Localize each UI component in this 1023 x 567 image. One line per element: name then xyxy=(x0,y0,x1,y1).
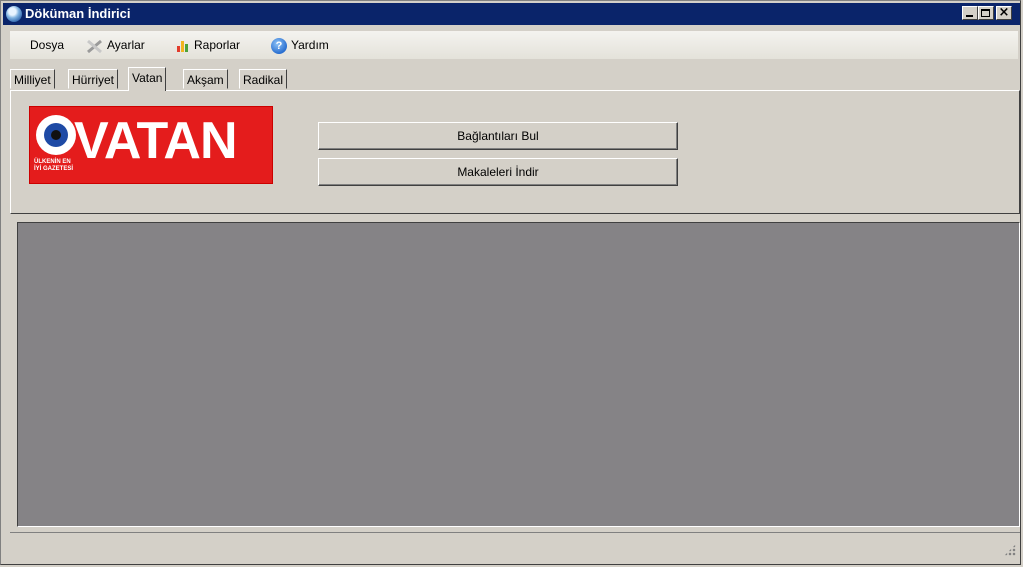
tab-hurriyet-label: Hürriyet xyxy=(72,73,115,87)
tab-milliyet[interactable]: Milliyet xyxy=(10,69,55,89)
logo-tagline: ÜLKENİN EN İYİ GAZETESİ xyxy=(34,159,74,172)
tab-milliyet-label: Milliyet xyxy=(14,73,51,87)
maximize-icon xyxy=(981,9,990,17)
tab-vatan-label: Vatan xyxy=(132,71,163,85)
logo-eye-icon xyxy=(36,115,76,155)
tools-icon xyxy=(85,38,103,54)
help-icon: ? xyxy=(271,37,287,54)
close-button[interactable]: × xyxy=(996,5,1012,20)
status-bar xyxy=(10,532,1020,560)
tab-aksam[interactable]: Akşam xyxy=(183,69,228,89)
tab-strip: Milliyet Hürriyet Vatan Akşam Radikal xyxy=(10,67,1018,91)
vatan-tab-panel: VATAN ÜLKENİN EN İYİ GAZETESİ Bağlantıla… xyxy=(10,90,1020,214)
app-window: Döküman İndirici × Dosya Ayarlar Raporla… xyxy=(0,0,1021,565)
menu-bar: Dosya Ayarlar Raporlar ? Yardım xyxy=(10,31,1018,59)
content-area[interactable] xyxy=(17,222,1020,527)
title-bar[interactable]: Döküman İndirici × xyxy=(3,3,1020,25)
window-title: Döküman İndirici xyxy=(25,6,131,21)
tab-vatan[interactable]: Vatan xyxy=(128,67,167,91)
logo-word: VATAN xyxy=(74,112,238,170)
tab-radikal-label: Radikal xyxy=(243,73,284,87)
resize-grip-icon[interactable] xyxy=(1004,544,1016,556)
menu-raporlar[interactable]: Raporlar xyxy=(176,36,240,54)
menu-yardim-label: Yardım xyxy=(291,38,329,52)
menu-ayarlar[interactable]: Ayarlar xyxy=(85,36,145,54)
menu-ayarlar-label: Ayarlar xyxy=(107,38,145,52)
app-icon xyxy=(6,6,22,22)
menu-yardim[interactable]: ? Yardım xyxy=(271,36,329,54)
minimize-button[interactable] xyxy=(962,6,978,20)
download-articles-button[interactable]: Makaleleri İndir xyxy=(318,158,678,186)
find-links-button[interactable]: Bağlantıları Bul xyxy=(318,122,678,150)
maximize-button[interactable] xyxy=(978,6,994,20)
vatan-logo: VATAN ÜLKENİN EN İYİ GAZETESİ xyxy=(29,106,273,184)
menu-dosya-label: Dosya xyxy=(30,38,65,52)
close-icon: × xyxy=(998,5,1010,20)
tab-hurriyet[interactable]: Hürriyet xyxy=(68,69,119,89)
minimize-icon xyxy=(966,15,973,17)
menu-dosya[interactable]: Dosya xyxy=(30,36,64,54)
tab-radikal[interactable]: Radikal xyxy=(239,69,288,89)
chart-icon xyxy=(176,39,190,53)
menu-raporlar-label: Raporlar xyxy=(194,38,241,52)
tab-aksam-label: Akşam xyxy=(187,73,224,87)
